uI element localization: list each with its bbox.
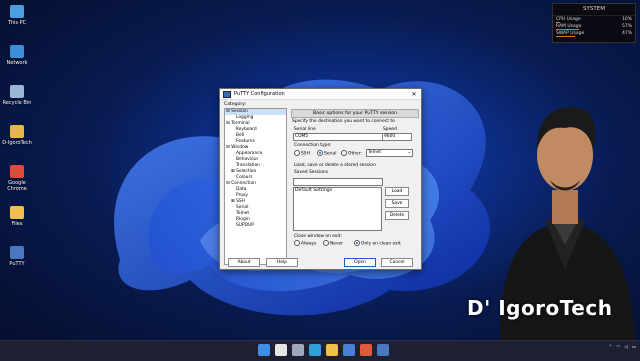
putty-titlebar[interactable]: PuTTY Configuration ✕ — [220, 89, 421, 100]
chevron-up-icon[interactable]: ⌃ — [609, 345, 613, 350]
app-icon — [10, 45, 24, 58]
desktop-icon-label: This PC — [7, 20, 27, 26]
channel-watermark: D' IgoroTech — [467, 296, 613, 320]
other-protocol-select[interactable]: Telnet ⌄ — [366, 149, 413, 157]
delete-button[interactable]: Delete — [385, 211, 409, 220]
desktop-icon-label: D-IgoroTech — [2, 140, 32, 146]
category-tree[interactable]: ⊟ Session Logging ⊟ Terminal Keyboard Bell Fe… — [224, 108, 287, 265]
putty-title: PuTTY Configuration — [234, 91, 285, 97]
desktop-icon[interactable]: Network — [2, 45, 32, 66]
save-button[interactable]: Save — [385, 199, 409, 208]
saved-session-input[interactable] — [293, 178, 383, 186]
radio-icon — [323, 240, 329, 246]
metric-value: 47% — [621, 31, 632, 36]
system-monitor-row: SWAP Usage 47% — [553, 30, 635, 37]
load-button[interactable]: Load — [385, 187, 409, 196]
session-item[interactable]: Default Settings — [294, 188, 381, 194]
chevron-down-icon: ⌄ — [407, 150, 411, 155]
close-button[interactable]: ✕ — [407, 91, 421, 98]
windows-icon[interactable] — [258, 344, 270, 356]
speed-input[interactable]: 9600 — [382, 133, 412, 141]
edge-icon[interactable] — [309, 344, 321, 356]
serial-line-label: Serial line — [294, 127, 316, 132]
conn-type-ssh[interactable]: SSH — [294, 150, 310, 157]
connection-type-label: Connection type: — [294, 143, 332, 148]
metric-value: 57% — [621, 24, 632, 29]
wifi-icon[interactable]: ◠ — [616, 345, 620, 350]
open-button[interactable]: Open — [344, 258, 376, 267]
destination-label: Specify the destination you want to conn… — [292, 119, 395, 124]
desktop-icon[interactable]: PuTTY — [2, 246, 32, 267]
putty-icon — [223, 90, 231, 98]
radio-selected-icon — [317, 150, 323, 156]
radio-icon — [341, 150, 347, 156]
app-icon — [10, 246, 24, 259]
metric-bar — [556, 36, 575, 37]
putty-icon[interactable] — [377, 344, 389, 356]
desktop-icon[interactable]: Files — [2, 206, 32, 227]
volume-icon[interactable]: ◁ — [624, 345, 627, 350]
metric-value: 10% — [621, 17, 632, 22]
desktop-icon-label: Google Chrome — [7, 180, 27, 192]
app-icon[interactable] — [360, 344, 372, 356]
serial-line-input[interactable]: COM5 — [293, 133, 383, 141]
store-icon[interactable] — [343, 344, 355, 356]
desktop-icon-label: Files — [11, 221, 23, 227]
tree-item[interactable]: SUPDUP — [225, 223, 286, 229]
file-explorer-icon[interactable] — [326, 344, 338, 356]
app-icon — [10, 125, 24, 138]
exit-never[interactable]: Never — [323, 240, 343, 247]
putty-config-window: PuTTY Configuration ✕ Category: ⊟ Sessio… — [219, 88, 422, 270]
desktop-icon[interactable]: This PC — [2, 5, 32, 26]
about-button[interactable]: About — [228, 258, 260, 267]
search-icon[interactable] — [275, 344, 287, 356]
conn-type-serial[interactable]: Serial — [317, 150, 336, 157]
app-icon — [10, 165, 24, 178]
category-label: Category: — [224, 102, 247, 107]
speed-label: Speed — [383, 127, 397, 132]
taskbar: ⌃ ◠ ◁ ▭ — [0, 340, 640, 361]
system-monitor-title: SYSTEM — [553, 4, 635, 16]
saved-sessions-label: Saved Sessions — [294, 170, 328, 175]
system-tray[interactable]: ⌃ ◠ ◁ ▭ — [609, 345, 636, 350]
conn-type-other[interactable]: Other: — [341, 150, 362, 157]
system-monitor-row: CPU Usage 10% — [553, 16, 635, 23]
cancel-button[interactable]: Cancel — [381, 258, 413, 267]
app-icon — [10, 5, 24, 18]
desktop-icon-label: PuTTY — [9, 261, 25, 267]
system-monitor-widget: SYSTEM CPU Usage 10% RAM Usage 57% SWAP Usag… — [552, 3, 636, 43]
desktop-icon[interactable]: D-IgoroTech — [2, 125, 32, 146]
load-save-label: Load, save or delete a stored session — [294, 163, 376, 168]
radio-selected-icon — [354, 240, 360, 246]
battery-icon[interactable]: ▭ — [632, 345, 636, 350]
desktop-icon[interactable]: Google Chrome — [2, 165, 32, 192]
exit-clean[interactable]: Only on clean exit — [354, 240, 401, 247]
system-monitor-row: RAM Usage 57% — [553, 23, 635, 30]
exit-always[interactable]: Always — [294, 240, 316, 247]
desktop-icon[interactable]: Recycle Bin — [2, 85, 32, 106]
task-view-icon[interactable] — [292, 344, 304, 356]
app-icon — [10, 85, 24, 98]
close-on-exit-label: Close window on exit: — [294, 234, 342, 239]
radio-icon — [294, 240, 300, 246]
desktop-icon-label: Network — [6, 60, 28, 66]
app-icon — [10, 206, 24, 219]
panel-header: Basic options for your PuTTY session — [291, 109, 419, 118]
taskbar-icons — [258, 344, 389, 356]
radio-icon — [294, 150, 300, 156]
desktop-icon-label: Recycle Bin — [2, 100, 32, 106]
sessions-list[interactable]: Default Settings — [293, 187, 382, 231]
help-button[interactable]: Help — [266, 258, 298, 267]
